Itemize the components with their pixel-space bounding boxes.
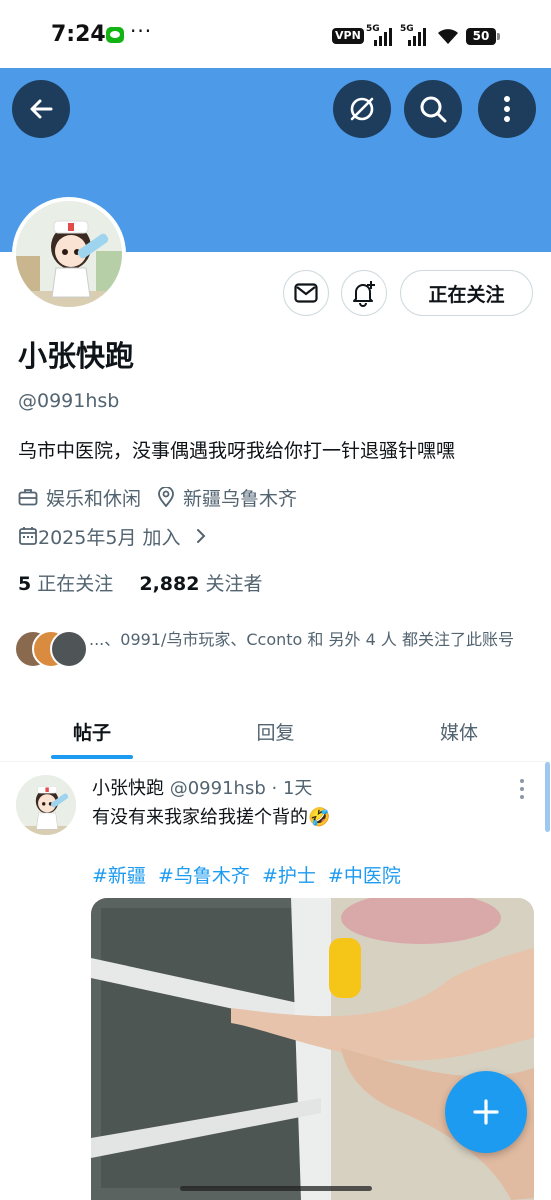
post-author-name[interactable]: 小张快跑	[92, 778, 164, 799]
followers-label: 关注者	[205, 573, 263, 595]
home-indicator[interactable]	[180, 1186, 372, 1191]
profile-location: 新疆乌鲁木齐	[183, 487, 298, 510]
followers-count: 2,882	[139, 573, 200, 595]
chevron-right-icon	[197, 529, 206, 543]
post-media-image[interactable]	[91, 898, 534, 1200]
avatar-image	[16, 201, 122, 307]
active-tab-indicator	[51, 755, 133, 759]
mail-icon	[294, 283, 318, 303]
post-text: 有没有来我家给我搓个背的🤣	[92, 807, 331, 828]
following-stat[interactable]: 5 正在关注	[18, 573, 113, 595]
hashtag-link[interactable]: #乌鲁木齐	[158, 865, 250, 887]
vpn-badge: VPN	[332, 28, 364, 44]
more-vertical-icon	[504, 96, 510, 122]
profile-category: 娱乐和休闲	[46, 487, 142, 510]
follow-stats: 5 正在关注 2,882 关注者	[18, 569, 263, 596]
user-handle: @0991hsb	[18, 390, 120, 412]
more-notifications-indicator: ···	[130, 19, 153, 43]
briefcase-icon	[18, 489, 38, 506]
wechat-notification-icon	[106, 27, 124, 43]
followers-stat[interactable]: 2,882 关注者	[139, 573, 262, 595]
join-date: 2025年5月 加入	[38, 526, 181, 549]
profile-tabs: 帖子 回复 媒体	[0, 700, 551, 762]
post-author-handle[interactable]: @0991hsb	[170, 778, 266, 799]
post-hashtags: #新疆 #乌鲁木齐 #护士 #中医院	[92, 861, 407, 888]
message-button[interactable]	[283, 270, 329, 316]
post-author-avatar[interactable]	[16, 775, 76, 835]
plus-icon	[473, 1099, 499, 1125]
following-label: 正在关注	[37, 573, 114, 595]
tab-media[interactable]: 媒体	[367, 700, 551, 762]
battery-icon: 50	[466, 28, 500, 45]
status-time: 7:24	[51, 22, 106, 47]
following-count: 5	[18, 573, 32, 595]
tab-posts[interactable]: 帖子	[0, 700, 184, 762]
grok-button[interactable]	[333, 80, 391, 138]
bell-plus-icon	[353, 281, 375, 307]
search-button[interactable]	[404, 80, 462, 138]
tab-replies[interactable]: 回复	[184, 700, 367, 762]
status-bar: 7:24 ··· VPN 5G 5G 50	[0, 0, 551, 68]
post-more-icon[interactable]	[512, 778, 532, 800]
join-date-row[interactable]: 2025年5月 加入	[18, 522, 208, 550]
arrow-left-icon	[30, 99, 53, 119]
profile-avatar[interactable]	[12, 197, 126, 311]
profile-meta-row: 娱乐和休闲 新疆乌鲁木齐	[18, 483, 297, 511]
post-header: 小张快跑 @0991hsb · 1天	[92, 774, 312, 800]
grok-icon	[350, 97, 374, 121]
network-type-label-2: 5G	[400, 24, 414, 34]
hashtag-link[interactable]: #新疆	[92, 865, 146, 887]
wifi-icon	[438, 29, 458, 44]
scrollbar-thumb[interactable]	[545, 762, 550, 832]
post-timestamp[interactable]: · 1天	[272, 778, 313, 799]
followers-you-know-text[interactable]: ...、0991/乌市玩家、Cconto 和 另外 4 人 都关注了此账号	[89, 628, 529, 651]
compose-post-button[interactable]	[445, 1071, 527, 1153]
back-button[interactable]	[12, 80, 70, 138]
hashtag-link[interactable]: #中医院	[328, 865, 401, 887]
battery-level: 50	[472, 29, 490, 43]
hashtag-link[interactable]: #护士	[262, 865, 316, 887]
mutual-follower-avatar	[50, 630, 88, 668]
profile-bio: 乌市中医院，没事偶遇我呀我给你打一针退骚针嘿嘿	[18, 440, 456, 462]
network-type-label: 5G	[366, 24, 380, 34]
following-button[interactable]: 正在关注	[400, 270, 533, 316]
location-pin-icon	[158, 487, 174, 507]
display-name: 小张快跑	[18, 339, 135, 373]
notifications-button[interactable]	[341, 270, 387, 316]
search-icon	[420, 96, 447, 123]
calendar-icon	[19, 527, 37, 545]
more-options-button[interactable]	[478, 80, 536, 138]
